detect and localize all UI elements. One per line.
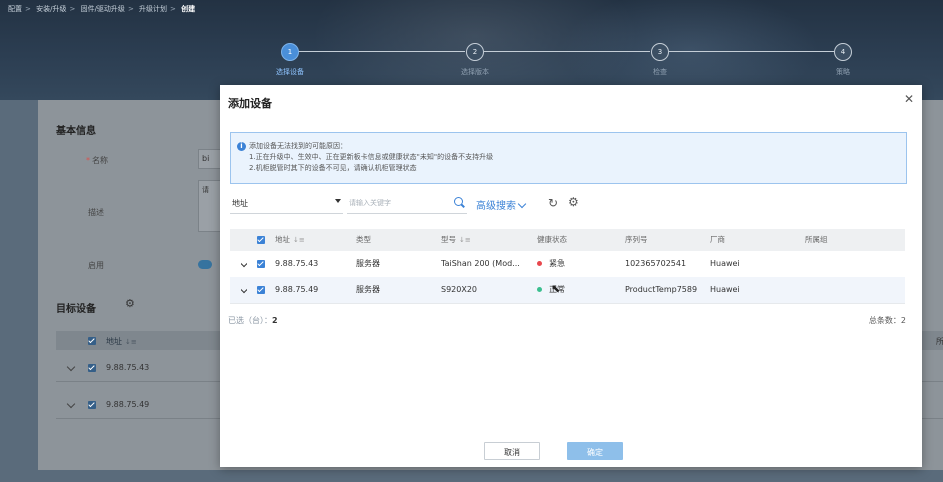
mouse-cursor-icon: ⬉: [551, 282, 561, 295]
search-field-select[interactable]: 地址: [230, 195, 343, 214]
cancel-button[interactable]: 取消: [484, 442, 540, 460]
info-icon: i: [237, 142, 246, 151]
row-serial: ProductTemp7589: [625, 285, 698, 294]
refresh-icon[interactable]: ↻: [548, 197, 558, 209]
step-3-circle: 3: [651, 43, 669, 61]
step-1-label: 选择设备: [276, 68, 304, 76]
column-model[interactable]: 型号 ↓≡: [441, 229, 471, 251]
close-icon[interactable]: ✕: [904, 92, 914, 106]
step-2-label: 选择版本: [461, 68, 489, 76]
keyword-search: [347, 195, 467, 214]
table-row[interactable]: 9.88.75.49 服务器 S920X20 正常 ProductTemp758…: [230, 277, 905, 304]
row-address: 9.88.75.49: [106, 400, 150, 409]
info-line: 添加设备无法找到的可能原因：: [249, 142, 347, 150]
chevron-down-icon: [517, 199, 527, 209]
search-icon[interactable]: [454, 197, 463, 206]
row-model: TaiShan 200 (Mod...: [441, 259, 520, 268]
row-checkbox[interactable]: [88, 400, 96, 409]
enable-toggle[interactable]: [198, 260, 212, 269]
column-serial: 序列号: [625, 235, 648, 244]
name-label: * 名称: [86, 156, 108, 165]
step-1-circle: 1: [281, 43, 299, 61]
step-4-label: 策略: [836, 68, 850, 76]
step-connector: [298, 51, 465, 52]
row-type: 服务器: [356, 259, 380, 268]
row-model: S920X20: [441, 285, 478, 294]
total-count: 总条数：2: [868, 316, 906, 325]
row-type: 服务器: [356, 285, 380, 294]
settings-icon[interactable]: ⚙: [568, 196, 579, 208]
step-3-label: 检查: [653, 68, 667, 76]
table-row[interactable]: 9.88.75.43 服务器 TaiShan 200 (Mod... 紧急 10…: [230, 251, 905, 278]
column-type: 类型: [356, 235, 371, 244]
settings-icon[interactable]: ⚙: [125, 297, 135, 310]
row-vendor: Huawei: [710, 285, 740, 294]
select-all-checkbox[interactable]: [257, 236, 265, 244]
row-address: 9.88.75.43: [106, 363, 150, 372]
caret-down-icon: [335, 199, 341, 203]
info-line: 1.正在升级中、生效中、正在更新板卡信息或健康状态"未知"的设备不支持升级: [249, 153, 494, 161]
expand-chevron-icon[interactable]: [241, 277, 247, 303]
column-health: 健康状态: [537, 235, 567, 244]
select-all-checkbox[interactable]: [88, 336, 96, 345]
row-serial: 102365702541: [625, 259, 687, 268]
basic-info-title: 基本信息: [56, 126, 96, 137]
expand-chevron-icon[interactable]: [66, 399, 76, 409]
row-health: 紧急: [537, 251, 565, 277]
row-checkbox[interactable]: [88, 363, 96, 372]
row-checkbox[interactable]: [257, 285, 265, 294]
step-2-circle: 2: [466, 43, 484, 61]
enable-label: 启用: [88, 261, 104, 270]
health-status-dot: [537, 261, 542, 266]
row-vendor: Huawei: [710, 259, 740, 268]
column-vendor: 厂商: [710, 235, 725, 244]
add-device-dialog: 添加设备 ✕ i 添加设备无法找到的可能原因： 1.正在升级中、生效中、正在更新…: [220, 85, 922, 467]
column-group: 所属组: [805, 235, 828, 244]
expand-chevron-icon[interactable]: [241, 251, 247, 277]
row-address: 9.88.75.49: [275, 285, 319, 294]
expand-chevron-icon[interactable]: [66, 362, 76, 372]
column-group-stub: 所: [936, 337, 943, 346]
step-connector: [484, 51, 650, 52]
step-connector: [669, 51, 834, 52]
column-address[interactable]: 地址 ↓≡: [106, 336, 137, 347]
row-address: 9.88.75.43: [275, 259, 319, 268]
health-status-dot: [537, 287, 542, 292]
selected-count: 已选（台）：2: [228, 316, 278, 325]
step-4-circle: 4: [834, 43, 852, 61]
column-address[interactable]: 地址 ↓≡: [275, 229, 305, 251]
info-line: 2.机柜脱管时其下的设备不可见，请确认机柜管理状态: [249, 164, 417, 172]
confirm-button[interactable]: 确定: [567, 442, 623, 460]
dialog-title: 添加设备: [228, 97, 272, 110]
info-notice: i 添加设备无法找到的可能原因： 1.正在升级中、生效中、正在更新板卡信息或健康…: [230, 132, 907, 184]
advanced-search-toggle[interactable]: 高级搜索: [476, 197, 527, 212]
description-label: 描述: [88, 208, 104, 217]
table-header: 地址 ↓≡ 类型 型号 ↓≡ 健康状态 序列号 厂商 所属组: [230, 229, 905, 251]
row-checkbox[interactable]: [257, 259, 265, 268]
target-devices-title: 目标设备: [56, 304, 96, 315]
keyword-input[interactable]: [347, 195, 449, 211]
